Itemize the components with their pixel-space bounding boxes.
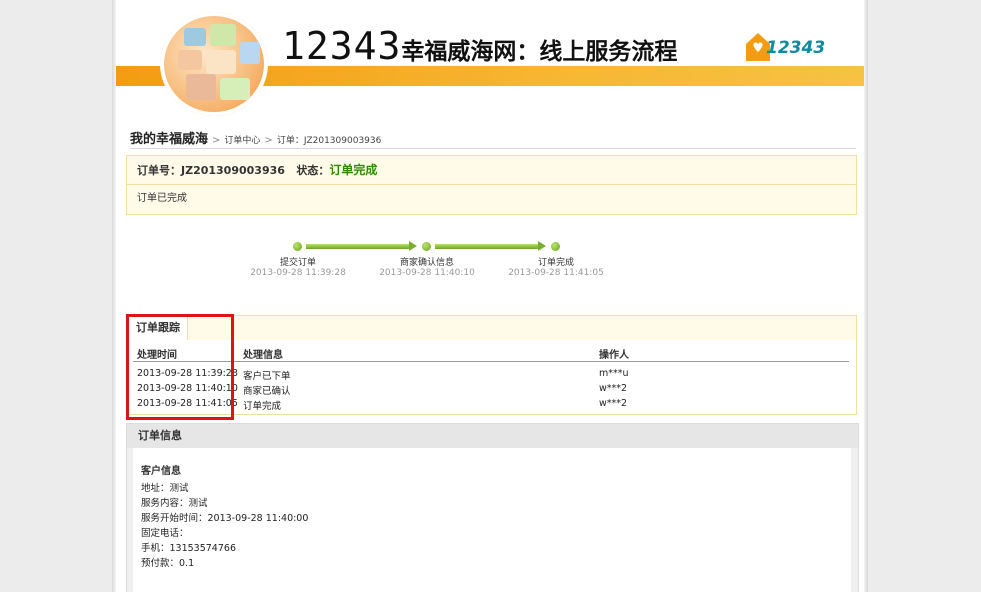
customer-info-section: 客户信息 地址：测试 服务内容：测试 服务开始时间：2013-09-28 11:… bbox=[133, 448, 851, 592]
table-cell-operator: w***2 bbox=[599, 383, 628, 394]
progress-dot-confirm bbox=[422, 242, 431, 251]
breadcrumb-current-order: 订单：JZ201309003936 bbox=[276, 136, 382, 146]
order-status-panel: 订单号：JZ201309003936 状态：订单完成 订单已完成 bbox=[126, 155, 857, 215]
progress-step-label: 订单完成 bbox=[537, 258, 574, 268]
progress-step-label: 商家确认信息 bbox=[399, 258, 454, 268]
breadcrumb-home[interactable]: 我的幸福威海 bbox=[130, 132, 208, 147]
progress-arrow bbox=[435, 241, 546, 251]
order-progress: 提交订单 2013-09-28 11:39:28 商家确认信息 2013-09-… bbox=[116, 236, 864, 286]
order-no-value: JZ201309003936 bbox=[181, 164, 285, 177]
service-start-time: 服务开始时间：2013-09-28 11:40:00 bbox=[141, 513, 309, 524]
progress-dot-complete bbox=[551, 242, 560, 251]
status-label: 状态： bbox=[296, 164, 330, 177]
customer-address: 地址：测试 bbox=[141, 483, 189, 494]
breadcrumb-order-center[interactable]: 订单中心 bbox=[224, 136, 260, 146]
site-logo[interactable]: 12343 bbox=[744, 28, 828, 68]
table-cell-operator: m***u bbox=[599, 368, 629, 379]
landline-phone: 固定电话： bbox=[141, 528, 189, 539]
column-header-info: 处理信息 bbox=[243, 350, 283, 361]
progress-step-time: 2013-09-28 11:39:28 bbox=[250, 268, 346, 278]
banner-title-text: 幸福威海网：线上服务流程 bbox=[401, 39, 678, 65]
banner-photo-collage bbox=[160, 12, 268, 116]
table-cell-operator: w***2 bbox=[599, 398, 628, 409]
banner-title: 12343幸福威海网：线上服务流程 bbox=[282, 24, 677, 68]
service-content: 服务内容：测试 bbox=[141, 498, 208, 509]
column-header-operator: 操作人 bbox=[599, 350, 629, 361]
table-cell-info: 客户已下单 bbox=[243, 371, 291, 382]
order-no-label: 订单号： bbox=[137, 164, 181, 177]
status-badge: 订单完成 bbox=[329, 163, 378, 177]
breadcrumb-separator: > bbox=[212, 135, 221, 146]
order-info-title: 订单信息 bbox=[127, 424, 858, 448]
highlight-annotation-box bbox=[126, 314, 234, 420]
header-divider bbox=[133, 361, 849, 362]
logo-text: 12343 bbox=[766, 38, 826, 58]
breadcrumb: 我的幸福威海 > 订单中心 > 订单：JZ201309003936 bbox=[130, 128, 856, 149]
order-status-header: 订单号：JZ201309003936 状态：订单完成 bbox=[127, 156, 856, 185]
order-info-panel: 订单信息 客户信息 地址：测试 服务内容：测试 服务开始时间：2013-09-2… bbox=[126, 423, 859, 592]
table-cell-info: 商家已确认 bbox=[243, 386, 291, 397]
banner-title-number: 12343 bbox=[282, 24, 402, 68]
mobile-phone: 手机：13153574766 bbox=[141, 543, 236, 554]
progress-step-label: 提交订单 bbox=[279, 258, 316, 268]
order-status-message: 订单已完成 bbox=[137, 193, 187, 204]
progress-step-time: 2013-09-28 11:40:10 bbox=[379, 268, 475, 278]
order-tracking-panel: 订单跟踪 处理时间 处理信息 操作人 2013-09-28 11:39:28 客… bbox=[126, 315, 857, 415]
table-cell-info: 订单完成 bbox=[243, 401, 282, 412]
progress-dot-submit bbox=[293, 242, 302, 251]
order-detail-page: 12343幸福威海网：线上服务流程 12343 我的幸福威海 > 订单中心 > 订单：J… bbox=[116, 0, 864, 592]
page-shadow-right bbox=[864, 0, 868, 592]
progress-arrow bbox=[306, 241, 417, 251]
customer-info-heading: 客户信息 bbox=[141, 466, 181, 477]
progress-step-time: 2013-09-28 11:41:05 bbox=[508, 268, 604, 278]
prepayment: 预付款：0.1 bbox=[141, 558, 195, 569]
banner: 12343幸福威海网：线上服务流程 12343 bbox=[116, 0, 864, 116]
breadcrumb-separator: > bbox=[264, 135, 273, 146]
tracking-table: 处理时间 处理信息 操作人 2013-09-28 11:39:28 客户已下单 … bbox=[127, 340, 856, 414]
